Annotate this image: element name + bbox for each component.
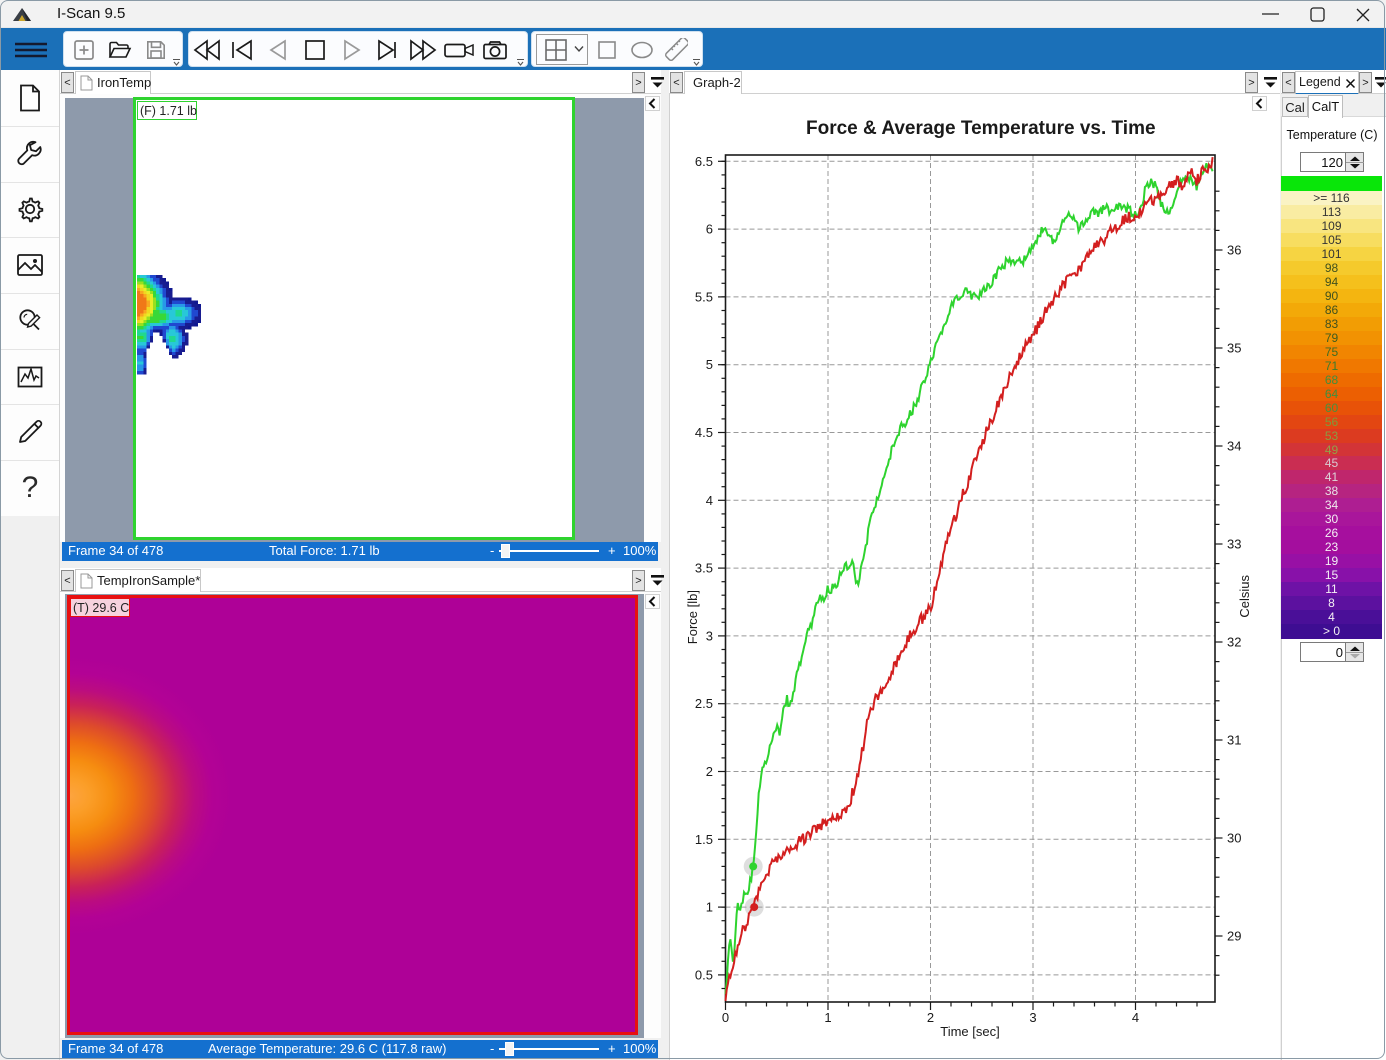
svg-text:29: 29 xyxy=(1227,929,1241,944)
svg-text:5.5: 5.5 xyxy=(695,289,713,304)
svg-text:36: 36 xyxy=(1227,243,1241,258)
svg-text:30: 30 xyxy=(1227,831,1241,846)
svg-text:4: 4 xyxy=(1132,1010,1139,1025)
svg-text:31: 31 xyxy=(1227,733,1241,748)
svg-text:0.5: 0.5 xyxy=(695,967,713,982)
svg-text:6: 6 xyxy=(706,222,713,237)
svg-text:1.5: 1.5 xyxy=(695,832,713,847)
svg-text:Celsius: Celsius xyxy=(1237,575,1252,618)
svg-text:5: 5 xyxy=(706,357,713,372)
svg-text:33: 33 xyxy=(1227,537,1241,552)
svg-text:4: 4 xyxy=(706,493,713,508)
svg-text:3: 3 xyxy=(1029,1010,1036,1025)
svg-text:6.5: 6.5 xyxy=(695,154,713,169)
svg-text:Force [lb]: Force [lb] xyxy=(685,590,700,644)
svg-text:3: 3 xyxy=(706,628,713,643)
svg-text:Time [sec]: Time [sec] xyxy=(940,1024,999,1039)
svg-text:34: 34 xyxy=(1227,439,1241,454)
svg-text:0: 0 xyxy=(722,1010,729,1025)
svg-text:2.5: 2.5 xyxy=(695,696,713,711)
svg-text:2: 2 xyxy=(927,1010,934,1025)
svg-text:1: 1 xyxy=(706,900,713,915)
svg-text:32: 32 xyxy=(1227,635,1241,650)
svg-text:3.5: 3.5 xyxy=(695,561,713,576)
svg-text:4.5: 4.5 xyxy=(695,425,713,440)
svg-text:2: 2 xyxy=(706,764,713,779)
svg-text:35: 35 xyxy=(1227,341,1241,356)
svg-text:1: 1 xyxy=(824,1010,831,1025)
